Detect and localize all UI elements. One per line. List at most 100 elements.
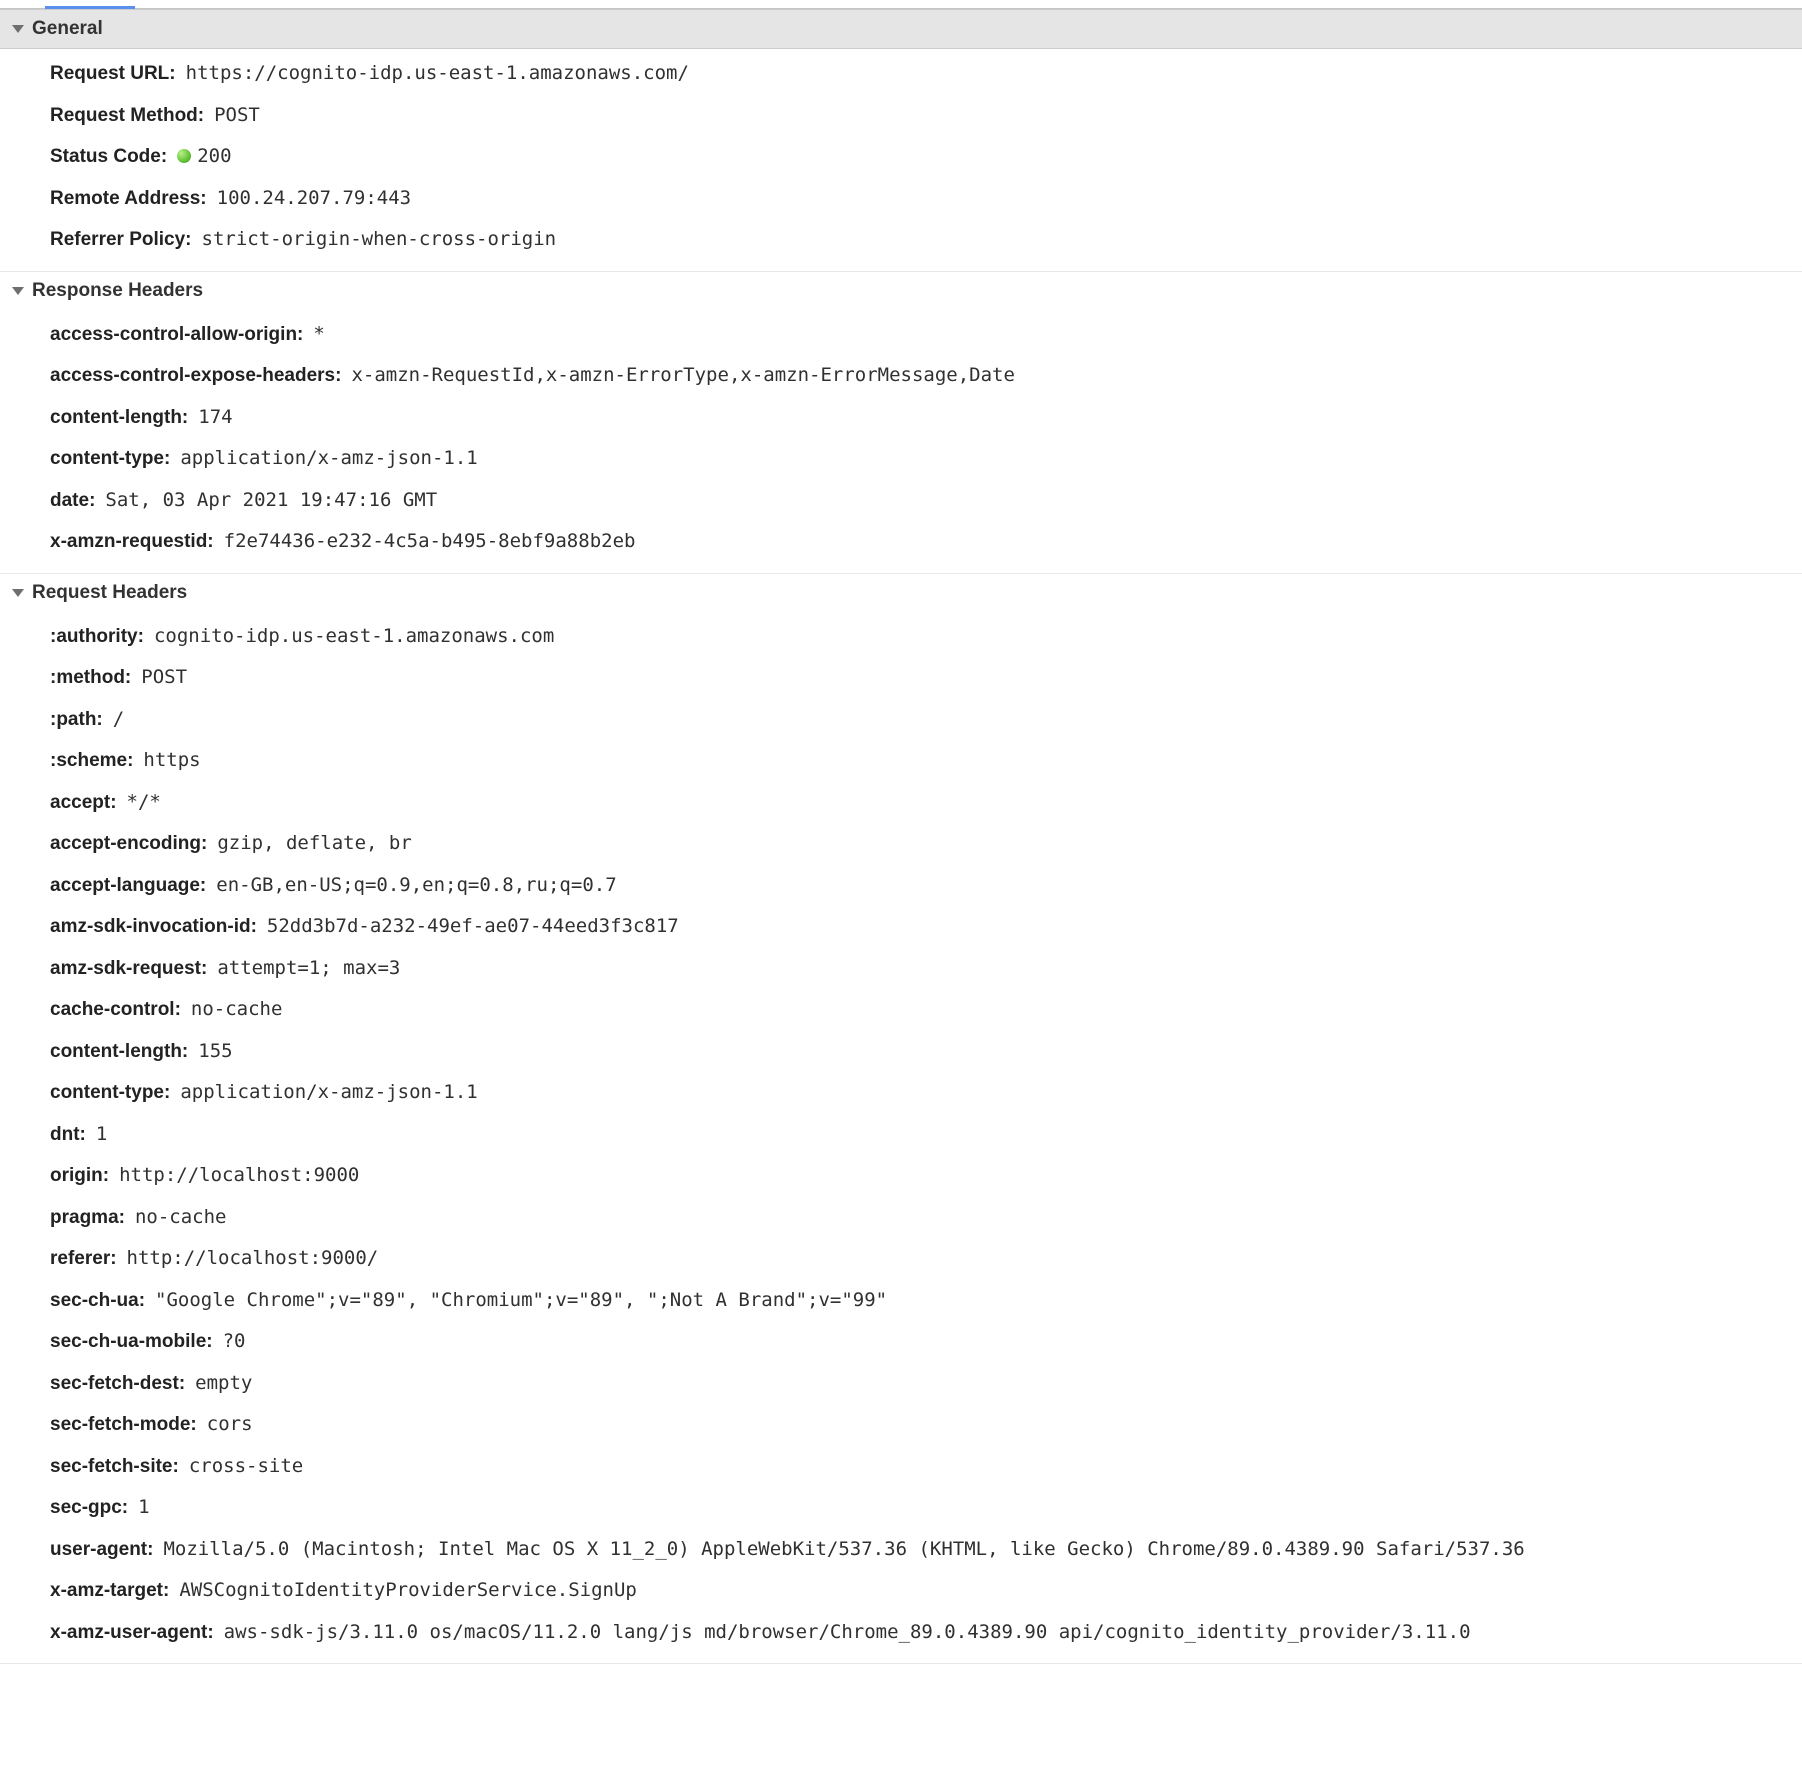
header-row: cache-control:no-cache	[0, 989, 1802, 1031]
header-label: sec-fetch-dest:	[50, 1370, 185, 1399]
header-label: sec-fetch-mode:	[50, 1411, 197, 1440]
header-label: Referrer Policy:	[50, 226, 192, 255]
section-response-headers-header[interactable]: Response Headers	[0, 272, 1802, 310]
header-label: amz-sdk-invocation-id:	[50, 913, 257, 942]
header-row: accept-language: en-GB,en-US;q=0.9,en;q=0…	[0, 865, 1802, 907]
header-row: accept: */*	[0, 782, 1802, 824]
header-value: ?0	[223, 1327, 246, 1356]
header-label: x-amz-user-agent:	[50, 1619, 214, 1648]
header-value: https	[143, 746, 200, 775]
header-row: x-amzn-requestid: f2e74436-e232-4c5a-b495…	[0, 521, 1802, 563]
header-row: x-amz-user-agent:aws-sdk-js/3.11.0 os/ma…	[0, 1612, 1802, 1654]
header-label: access-control-expose-headers:	[50, 362, 341, 391]
header-label: x-amzn-requestid:	[50, 528, 214, 557]
header-label: access-control-allow-origin:	[50, 321, 303, 350]
header-value: f2e74436-e232-4c5a-b495-8ebf9a88b2eb	[224, 527, 636, 556]
header-value: 155	[198, 1037, 232, 1066]
header-value: cross-site	[189, 1452, 303, 1481]
section-general-header[interactable]: General	[0, 9, 1802, 49]
chevron-down-icon	[12, 287, 24, 295]
section-title: General	[32, 18, 103, 40]
header-label: date:	[50, 487, 95, 516]
header-row: amz-sdk-invocation-id: 52dd3b7d-a232-49ef…	[0, 906, 1802, 948]
header-row: sec-gpc:1	[0, 1487, 1802, 1529]
header-label: :authority:	[50, 623, 144, 652]
header-label: accept-language:	[50, 872, 206, 901]
section-general-body: Request URL: https://cognito-idp.us-east-…	[0, 49, 1802, 271]
header-label: origin:	[50, 1162, 109, 1191]
chevron-down-icon	[12, 589, 24, 597]
header-label: content-length:	[50, 404, 188, 433]
header-value: 174	[198, 403, 232, 432]
header-value: "Google Chrome";v="89", "Chromium";v="89…	[155, 1286, 887, 1315]
header-label: accept-encoding:	[50, 830, 207, 859]
header-row: amz-sdk-request: attempt=1; max=3	[0, 948, 1802, 990]
header-value: http://localhost:9000/	[127, 1244, 379, 1273]
chevron-down-icon	[12, 25, 24, 33]
header-row: sec-ch-ua-mobile: ?0	[0, 1321, 1802, 1363]
header-row: content-type:application/x-amz-json-1.1	[0, 438, 1802, 480]
header-label: amz-sdk-request:	[50, 955, 207, 984]
header-label: Request URL:	[50, 60, 176, 89]
header-label: Remote Address:	[50, 185, 207, 214]
header-label: user-agent:	[50, 1536, 153, 1565]
header-value: POST	[214, 101, 260, 130]
header-row: accept-encoding: gzip, deflate, br	[0, 823, 1802, 865]
header-label: accept:	[50, 789, 117, 818]
header-label: sec-ch-ua-mobile:	[50, 1328, 213, 1357]
header-value: en-GB,en-US;q=0.9,en;q=0.8,ru;q=0.7	[216, 871, 616, 900]
section-request-headers-body: :authority:cognito-idp.us-east-1.amazona…	[0, 612, 1802, 1664]
header-row: content-length: 174	[0, 397, 1802, 439]
header-value: */*	[127, 788, 161, 817]
header-label: Request Method:	[50, 102, 204, 131]
header-row: dnt: 1	[0, 1114, 1802, 1156]
header-row: Remote Address:100.24.207.79:443	[0, 178, 1802, 220]
section-response-headers: Response Headers access-control-allow-or…	[0, 272, 1802, 574]
header-label: dnt:	[50, 1121, 86, 1150]
header-row: :scheme: https	[0, 740, 1802, 782]
section-title: Request Headers	[32, 582, 187, 604]
header-value: 52dd3b7d-a232-49ef-ae07-44eed3f3c817	[267, 912, 679, 941]
header-label: content-length:	[50, 1038, 188, 1067]
header-label: sec-gpc:	[50, 1494, 128, 1523]
header-row: sec-fetch-mode: cors	[0, 1404, 1802, 1446]
header-label: x-amz-target:	[50, 1577, 169, 1606]
header-label: sec-ch-ua:	[50, 1287, 145, 1316]
header-row: x-amz-target:AWSCognitoIdentityProviderS…	[0, 1570, 1802, 1612]
header-row: sec-fetch-dest:empty	[0, 1363, 1802, 1405]
header-row: user-agent: Mozilla/5.0 (Macintosh; Intel…	[0, 1529, 1802, 1571]
status-dot-icon	[177, 149, 191, 163]
header-value: attempt=1; max=3	[217, 954, 400, 983]
header-value: Mozilla/5.0 (Macintosh; Intel Mac OS X 1…	[163, 1535, 1524, 1564]
header-label: referer:	[50, 1245, 117, 1274]
header-value: https://cognito-idp.us-east-1.amazonaws.…	[186, 59, 689, 88]
top-tab-strip	[0, 0, 1802, 9]
header-row: sec-ch-ua: "Google Chrome";v="89", "Chrom…	[0, 1280, 1802, 1322]
header-row: Referrer Policy:strict-origin-when-cross…	[0, 219, 1802, 261]
header-row: :path:/	[0, 699, 1802, 741]
section-response-headers-body: access-control-allow-origin: * access-cont…	[0, 310, 1802, 573]
header-value: x-amzn-RequestId,x-amzn-ErrorType,x-amzn…	[351, 361, 1014, 390]
header-row: date: Sat, 03 Apr 2021 19:47:16 GMT	[0, 480, 1802, 522]
header-row: access-control-expose-headers: x-amzn-Req…	[0, 355, 1802, 397]
header-row: origin:http://localhost:9000	[0, 1155, 1802, 1197]
header-value: application/x-amz-json-1.1	[180, 1078, 477, 1107]
header-row: :authority:cognito-idp.us-east-1.amazona…	[0, 616, 1802, 658]
header-value: 1	[96, 1120, 107, 1149]
header-row: Status Code:200	[0, 136, 1802, 178]
header-label: sec-fetch-site:	[50, 1453, 179, 1482]
header-label: :scheme:	[50, 747, 133, 776]
header-value: cors	[207, 1410, 253, 1439]
header-value: *	[313, 320, 324, 349]
header-label: content-type:	[50, 445, 170, 474]
header-label: content-type:	[50, 1079, 170, 1108]
header-row: Request URL: https://cognito-idp.us-east-…	[0, 53, 1802, 95]
header-row: :method:POST	[0, 657, 1802, 699]
header-value: Sat, 03 Apr 2021 19:47:16 GMT	[105, 486, 437, 515]
header-value: POST	[141, 663, 187, 692]
header-value: /	[113, 705, 124, 734]
section-request-headers: Request Headers :authority:cognito-idp.u…	[0, 574, 1802, 1665]
header-value: gzip, deflate, br	[217, 829, 411, 858]
header-value: no-cache	[135, 1203, 227, 1232]
section-request-headers-header[interactable]: Request Headers	[0, 574, 1802, 612]
